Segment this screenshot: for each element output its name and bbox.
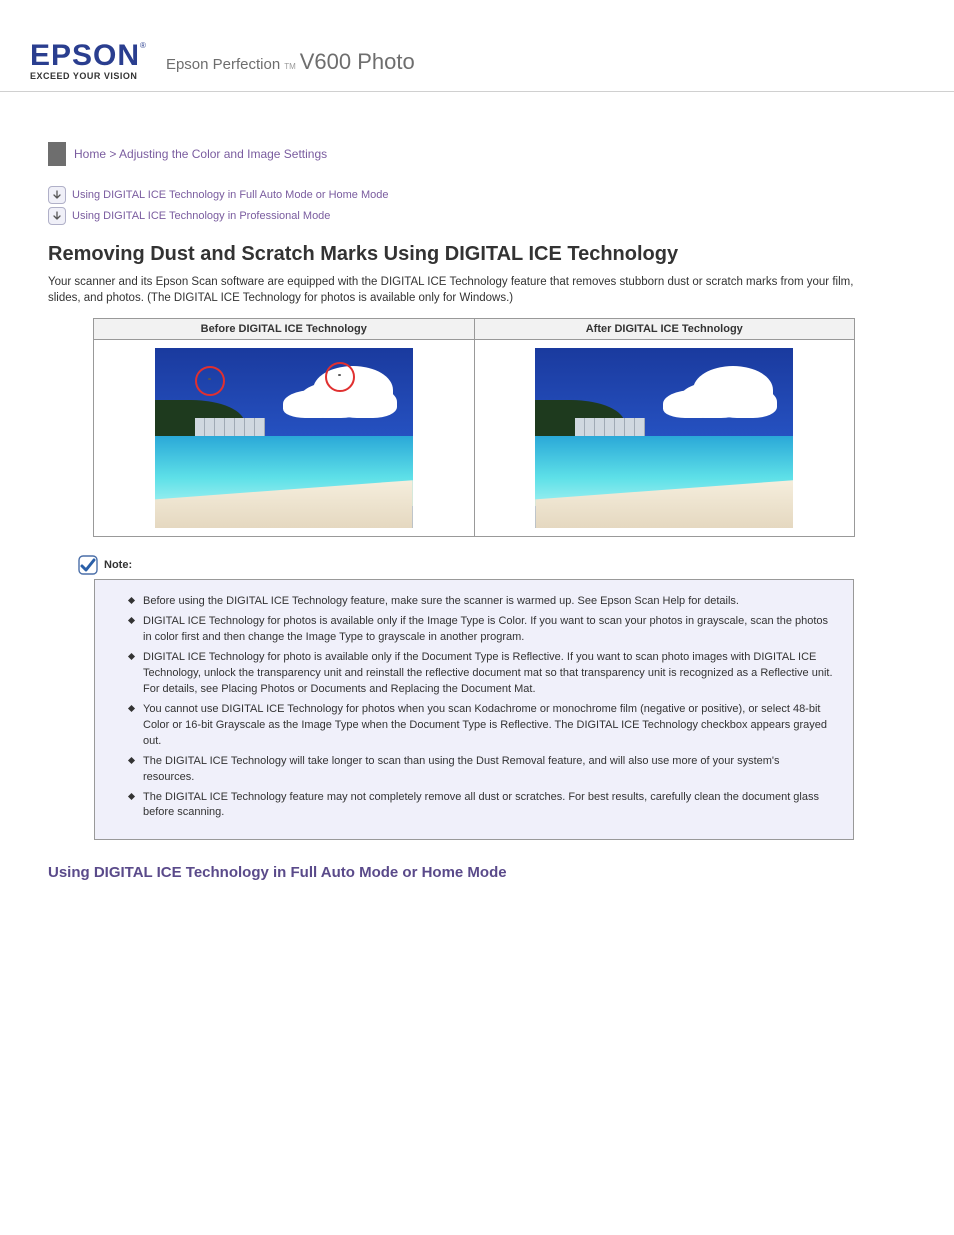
brand-name: EPSON [30, 39, 140, 72]
intro-paragraph: Your scanner and its Epson Scan software… [48, 274, 859, 306]
brand-tagline: EXCEED YOUR VISION [30, 71, 137, 81]
comparison-table: Before DIGITAL ICE Technology After DIGI… [93, 318, 855, 537]
note-check-icon [78, 555, 98, 575]
before-header: Before DIGITAL ICE Technology [94, 319, 475, 340]
note-item: The DIGITAL ICE Technology will take lon… [129, 754, 833, 786]
after-header: After DIGITAL ICE Technology [474, 319, 855, 340]
product-title: Epson Perfection TM V600 Photo [166, 49, 415, 81]
before-cell [94, 340, 475, 537]
toc-link-1[interactable]: Using DIGITAL ICE Technology in Full Aut… [72, 189, 389, 201]
down-arrow-icon [48, 207, 66, 225]
section-heading: Using DIGITAL ICE Technology in Full Aut… [48, 864, 859, 881]
note-item: The DIGITAL ICE Technology feature may n… [129, 790, 833, 822]
toc-item: Using DIGITAL ICE Technology in Professi… [48, 207, 859, 225]
breadcrumb-sep: > [106, 147, 119, 161]
note-label: Note: [104, 559, 132, 571]
toc-list: Using DIGITAL ICE Technology in Full Aut… [48, 186, 859, 225]
trademark: TM [284, 62, 296, 71]
note-item: DIGITAL ICE Technology for photo is avai… [129, 650, 833, 698]
before-image [155, 348, 413, 528]
down-arrow-icon [48, 186, 66, 204]
note-box: Before using the DIGITAL ICE Technology … [94, 579, 854, 840]
note-item: DIGITAL ICE Technology for photos is ava… [129, 614, 833, 646]
product-model: V600 Photo [300, 49, 415, 75]
note-block: Note: Before using the DIGITAL ICE Techn… [78, 555, 859, 840]
note-item: You cannot use DIGITAL ICE Technology fo… [129, 702, 833, 750]
note-item: Before using the DIGITAL ICE Technology … [129, 594, 833, 610]
toc-link-2[interactable]: Using DIGITAL ICE Technology in Professi… [72, 210, 330, 222]
product-prefix: Epson Perfection [166, 56, 280, 73]
breadcrumb-home-link[interactable]: Home [74, 147, 106, 161]
back-icon[interactable] [48, 142, 66, 166]
registered-mark: ® [140, 41, 146, 50]
breadcrumb: Home > Adjusting the Color and Image Set… [74, 147, 327, 161]
after-image [535, 348, 793, 528]
brand-logo: EPSON® EXCEED YOUR VISION [30, 41, 146, 81]
toc-item: Using DIGITAL ICE Technology in Full Aut… [48, 186, 859, 204]
breadcrumb-section-link[interactable]: Adjusting the Color and Image Settings [119, 147, 327, 161]
breadcrumb-row: Home > Adjusting the Color and Image Set… [48, 142, 859, 166]
page-title: Removing Dust and Scratch Marks Using DI… [48, 243, 859, 266]
page-header: EPSON® EXCEED YOUR VISION Epson Perfecti… [0, 0, 954, 92]
dust-marker-icon [325, 362, 355, 392]
dust-marker-icon [195, 366, 225, 396]
after-cell [474, 340, 855, 537]
